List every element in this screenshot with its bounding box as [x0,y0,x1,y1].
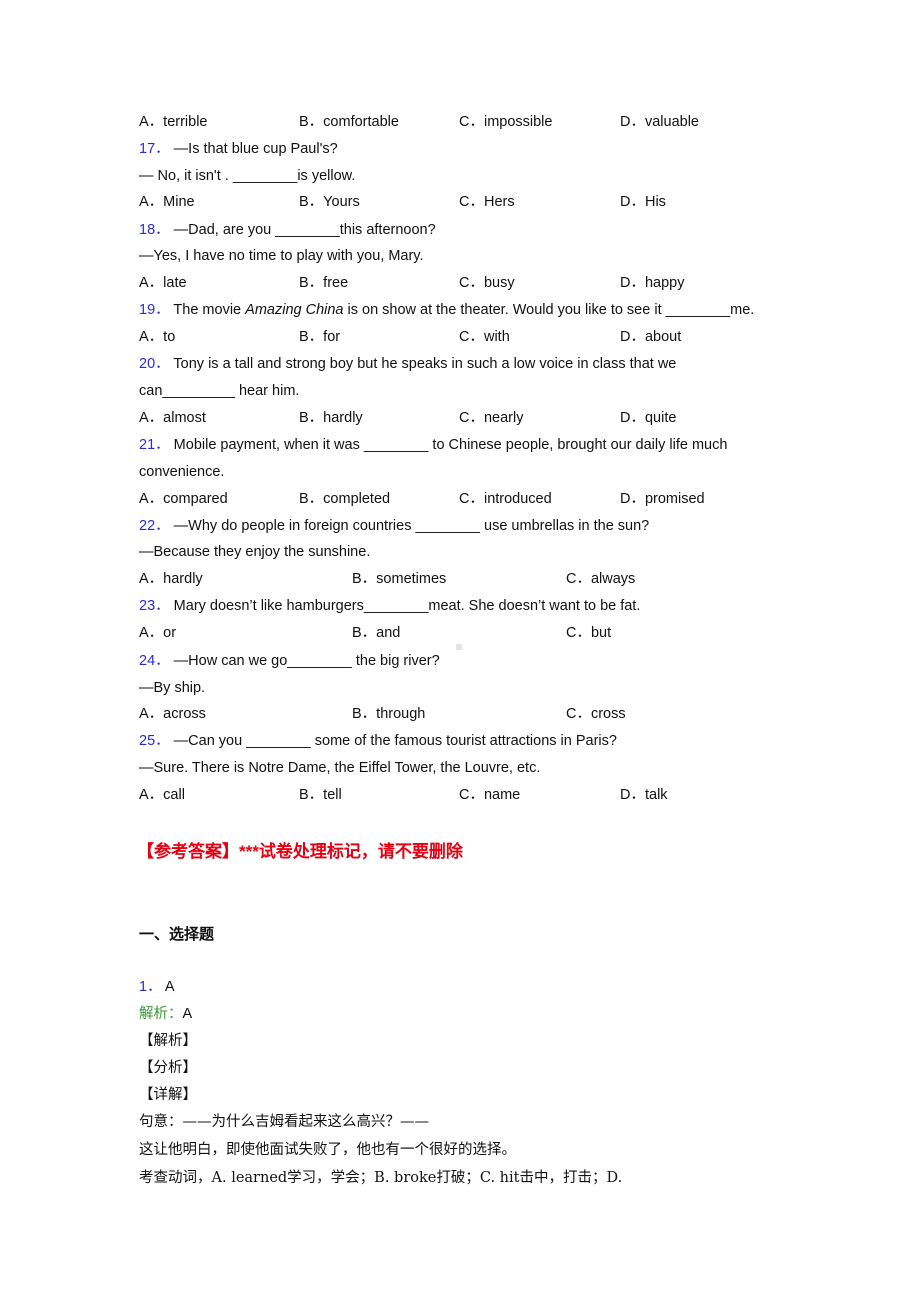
analysis-label: 解析： [139,1006,183,1022]
question-text: is on show at the theater. Would you lik… [343,302,755,318]
answer-line: 1． A [139,977,174,997]
option-b: B．comfortable [299,114,399,130]
answer-header: 【参考答案】***试卷处理标记，请不要删除 [137,842,463,861]
question-text: The movie [173,302,246,318]
question-text-line: —Because they enjoy the sunshine. [139,544,371,560]
question-number: 21． [139,437,170,453]
question-text: —Dad, are you ________this afternoon? [173,222,436,238]
tag-xiangjie: 【详解】 [139,1087,197,1103]
option-a: A．hardly [139,571,203,587]
option-d: D．promised [620,491,705,507]
option-a: A．or [139,625,177,641]
question-number: 20． [139,356,170,372]
option-a: A．almost [139,410,206,426]
option-c: C．with [459,329,510,345]
option-c: C．nearly [459,410,524,426]
option-b: B．tell [299,787,342,803]
option-d: D．happy [620,275,685,291]
question-text-line: —Yes, I have no time to play with you, M… [139,248,424,264]
question-stem: 21． Mobile payment, when it was ________… [139,435,727,455]
question-number: 22． [139,518,170,534]
option-c: C．name [459,787,521,803]
option-a: A．compared [139,491,228,507]
answer-number: 1． [139,979,162,995]
question-stem: 20． Tony is a tall and strong boy but he… [139,354,676,374]
question-text-line: — No, it isn't . ________is yellow. [139,168,356,184]
question-stem: 22． —Why do people in foreign countries … [139,516,649,536]
option-a: A．late [139,275,187,291]
question-number: 18． [139,222,170,238]
question-number: 19． [139,302,170,318]
question-stem: 24． —How can we go________ the big river… [139,651,440,671]
option-d: D．quite [620,410,677,426]
analysis-line: 解析：A [139,1004,192,1024]
option-c: C．busy [459,275,515,291]
explanation: 考查动词，A. learned学习，学会；B. broke打破；C. hit击中… [139,1170,623,1186]
question-number: 17． [139,141,170,157]
option-d: D．valuable [620,114,699,130]
section-title: 一、选择题 [139,926,215,943]
option-a: A．across [139,706,206,722]
question-text: Mobile payment, when it was ________ to … [173,437,728,453]
question-stem: 18． —Dad, are you ________this afternoon… [139,220,436,240]
option-b: B．and [352,625,401,641]
sentence-meaning-2: 这让他明白，即使他面试失败了，他也有一个很好的选择。 [139,1142,516,1158]
option-a: A．Mine [139,194,195,210]
option-d: D．about [620,329,682,345]
question-stem: 19． The movie Amazing China is on show a… [139,300,754,320]
scan-artifact [456,644,462,650]
option-d: D．talk [620,787,668,803]
option-c: C．always [566,571,636,587]
question-text: Tony is a tall and strong boy but he spe… [173,356,677,372]
question-text-line: convenience. [139,464,225,480]
option-b: B．completed [299,491,391,507]
option-c: C．impossible [459,114,553,130]
question-stem: 25． —Can you ________ some of the famous… [139,731,617,751]
option-b: B．for [299,329,341,345]
tag-jiexi: 【解析】 [139,1033,197,1049]
sentence-meaning-1: 句意：——为什么吉姆看起来这么高兴？—— [139,1114,429,1130]
option-b: B．through [352,706,426,722]
question-number: 23． [139,598,170,614]
option-d: D．His [620,194,666,210]
question-stem: 23． Mary doesn’t like hamburgers________… [139,596,640,616]
option-a: A．terrible [139,114,208,130]
question-text-line: —Sure. There is Notre Dame, the Eiffel T… [139,760,541,776]
option-c: C．Hers [459,194,515,210]
question-text: —How can we go________ the big river? [173,653,440,669]
option-b: B．Yours [299,194,360,210]
option-c: C．cross [566,706,626,722]
option-c: C．but [566,625,612,641]
option-b: B．sometimes [352,571,447,587]
question-text: —Is that blue cup Paul's? [173,141,338,157]
answer-value: A [164,979,175,995]
question-stem: 17． —Is that blue cup Paul's? [139,139,338,159]
question-text: Mary doesn’t like hamburgers________meat… [173,598,641,614]
analysis-value: A [182,1006,193,1022]
option-a: A．call [139,787,185,803]
question-text-line: —By ship. [139,680,206,696]
question-text: —Why do people in foreign countries ____… [173,518,650,534]
movie-title: Amazing China [245,302,344,318]
question-number: 25． [139,733,170,749]
option-c: C．introduced [459,491,552,507]
tag-fenxi: 【分析】 [139,1060,197,1076]
question-text: —Can you ________ some of the famous tou… [173,733,617,749]
option-b: B．hardly [299,410,363,426]
option-a: A．to [139,329,176,345]
option-b: B．free [299,275,349,291]
question-text-line: can_________ hear him. [139,383,300,399]
question-number: 24． [139,653,170,669]
